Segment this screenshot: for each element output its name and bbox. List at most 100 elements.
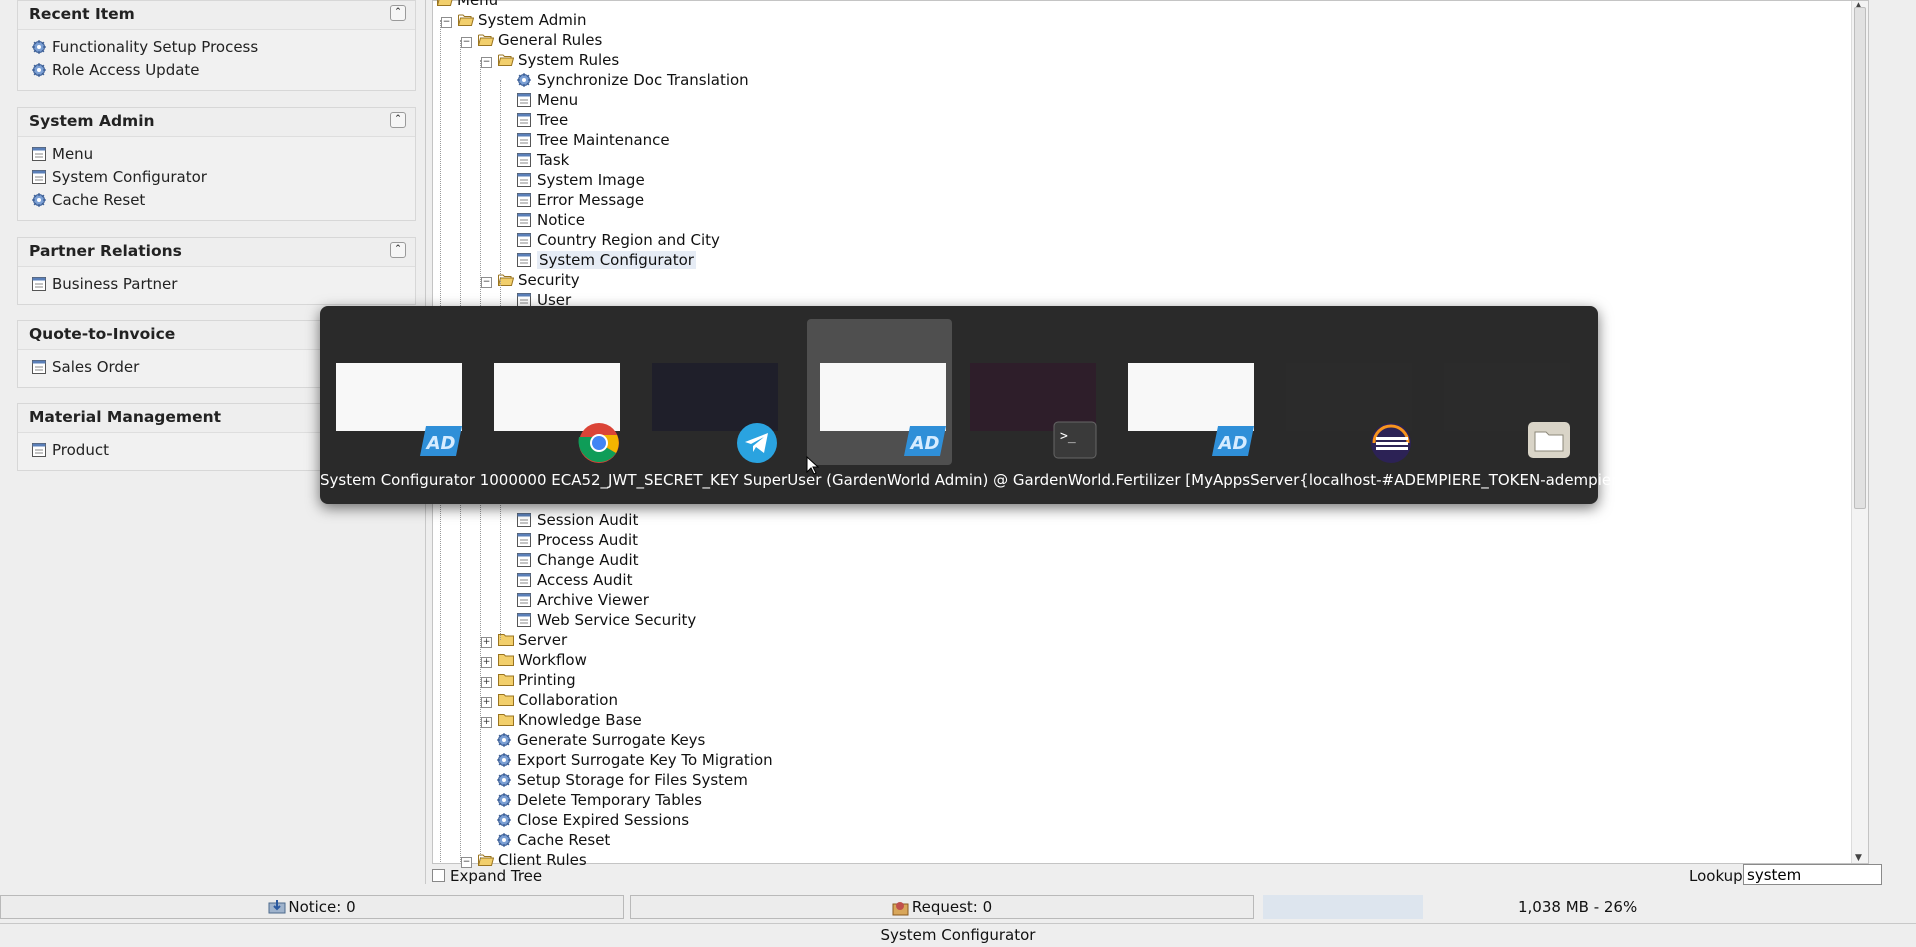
tree-node-task[interactable]: Task <box>517 150 569 170</box>
expand-node-icon[interactable]: + <box>481 657 492 668</box>
tree-node-label: Printing <box>518 671 576 689</box>
tree-node-cache-reset[interactable]: Cache Reset <box>497 830 610 850</box>
tree-node-label: Web Service Security <box>537 611 697 629</box>
tree-node-printing[interactable]: + Printing <box>481 670 576 690</box>
collapse-node-icon[interactable]: − <box>461 37 472 48</box>
expand-node-icon[interactable]: + <box>481 697 492 708</box>
tree-node-synchronize-doc-translation[interactable]: Synchronize Doc Translation <box>517 70 749 90</box>
switcher-window-idempiere[interactable]: AD <box>1115 319 1260 465</box>
tree-scrollbar[interactable]: ▲ ▼ <box>1851 1 1868 863</box>
svg-text:AD: AD <box>909 433 940 454</box>
lookup-label: Lookup <box>1689 867 1743 885</box>
tree-node-label: System Rules <box>518 51 620 69</box>
memory-bar <box>1263 895 1423 919</box>
scroll-down-icon[interactable]: ▼ <box>1855 853 1862 863</box>
sidebar-item-label: Sales Order <box>52 358 140 376</box>
switcher-window-files[interactable] <box>1431 319 1576 465</box>
tree-node-country-region-and-city[interactable]: Country Region and City <box>517 230 720 250</box>
switcher-window-chrome[interactable] <box>481 319 626 465</box>
tree-node-label: Access Audit <box>537 571 633 589</box>
lookup-input[interactable] <box>1743 864 1882 885</box>
collapse-node-icon[interactable]: − <box>441 17 452 28</box>
tree-node-label: Menu <box>537 91 579 109</box>
window-icon <box>517 593 531 607</box>
panel-header[interactable]: Recent Item ⌃ <box>18 1 415 30</box>
tree-node-label: Tree Maintenance <box>537 131 670 149</box>
panel-title: Recent Item <box>29 5 135 23</box>
panel-header[interactable]: System Admin ⌃ <box>18 108 415 137</box>
collapse-icon[interactable]: ⌃ <box>390 242 406 258</box>
process-gear-icon <box>497 793 511 807</box>
tree-node-collaboration[interactable]: + Collaboration <box>481 690 618 710</box>
switcher-window-idempiere[interactable]: AD <box>323 319 468 465</box>
collapse-node-icon[interactable]: − <box>481 277 492 288</box>
tree-node-session-audit[interactable]: Session Audit <box>517 510 638 530</box>
tree-node-label: Change Audit <box>537 551 639 569</box>
tree-node-change-audit[interactable]: Change Audit <box>517 550 639 570</box>
tree-node-tree-maintenance[interactable]: Tree Maintenance <box>517 130 670 150</box>
panel-header[interactable]: Partner Relations ⌃ <box>18 238 415 267</box>
process-gear-icon <box>517 73 531 87</box>
tree-node-process-audit[interactable]: Process Audit <box>517 530 638 550</box>
tree-node-archive-viewer[interactable]: Archive Viewer <box>517 590 649 610</box>
tree-node-system-admin[interactable]: − System Admin <box>441 10 587 30</box>
tree-node-label: Setup Storage for Files System <box>517 771 748 789</box>
tree-node-system-rules[interactable]: − System Rules <box>481 50 619 70</box>
sidebar-item-cache-reset[interactable]: Cache Reset <box>18 189 415 212</box>
tree-node-security[interactable]: − Security <box>481 270 580 290</box>
switcher-window-telegram[interactable] <box>639 319 784 465</box>
sidebar-item-role-access-update[interactable]: Role Access Update <box>18 59 415 82</box>
tree-node-system-configurator[interactable]: System Configurator <box>517 250 696 270</box>
tree-node-general-rules[interactable]: − General Rules <box>461 30 602 50</box>
tree-node-access-audit[interactable]: Access Audit <box>517 570 632 590</box>
sidebar-item-functionality-setup-process[interactable]: Functionality Setup Process <box>18 36 415 59</box>
window-title: System Configurator <box>880 926 1036 944</box>
expand-node-icon[interactable]: + <box>481 677 492 688</box>
window-icon <box>517 293 531 307</box>
scroll-thumb[interactable] <box>1854 7 1866 509</box>
notice-label: Notice: 0 <box>288 898 356 916</box>
tree-node-web-service-security[interactable]: Web Service Security <box>517 610 696 630</box>
tree-node-close-expired-sessions[interactable]: Close Expired Sessions <box>497 810 689 830</box>
collapse-node-icon[interactable]: − <box>481 57 492 68</box>
sidebar-item-system-configurator[interactable]: System Configurator <box>18 166 415 189</box>
folder-icon <box>498 653 514 667</box>
tree-node-setup-storage-for-files-system[interactable]: Setup Storage for Files System <box>497 770 748 790</box>
tree-node-knowledge-base[interactable]: + Knowledge Base <box>481 710 642 730</box>
tree-node-export-surrogate-key-to-migration[interactable]: Export Surrogate Key To Migration <box>497 750 773 770</box>
sidebar-item-label: Role Access Update <box>52 61 200 79</box>
tree-node-notice[interactable]: Notice <box>517 210 585 230</box>
sidebar-item-label: Business Partner <box>52 275 178 293</box>
mouse-cursor-icon <box>806 456 820 475</box>
switcher-window-eclipse[interactable] <box>1273 319 1418 465</box>
switcher-window-terminal[interactable]: >_ <box>957 319 1102 465</box>
folder-icon <box>498 713 514 727</box>
switcher-window-idempiere[interactable]: AD <box>807 319 952 465</box>
tree-node-delete-temporary-tables[interactable]: Delete Temporary Tables <box>497 790 702 810</box>
collapse-icon[interactable]: ⌃ <box>390 112 406 128</box>
tree-node-menu[interactable]: Menu <box>517 90 578 110</box>
collapse-icon[interactable]: ⌃ <box>390 5 406 21</box>
expand-node-icon[interactable]: + <box>481 717 492 728</box>
notice-button[interactable]: Notice: 0 <box>0 895 624 919</box>
expand-node-icon[interactable]: + <box>481 637 492 648</box>
sidebar-item-business-partner[interactable]: Business Partner <box>18 273 415 296</box>
tree-node-workflow[interactable]: + Workflow <box>481 650 587 670</box>
sidebar-item-menu[interactable]: Menu <box>18 143 415 166</box>
process-gear-icon <box>32 193 46 207</box>
request-button[interactable]: Request: 0 <box>630 895 1254 919</box>
tree-node-generate-surrogate-keys[interactable]: Generate Surrogate Keys <box>497 730 705 750</box>
window-icon <box>32 443 46 457</box>
tree-node-tree[interactable]: Tree <box>517 110 568 130</box>
expand-tree-checkbox[interactable]: Expand Tree <box>432 864 542 888</box>
tree-node-error-message[interactable]: Error Message <box>517 190 644 210</box>
tree-node-server[interactable]: + Server <box>481 630 567 650</box>
sidebar-item-label: System Configurator <box>52 168 207 186</box>
tree-node-menu[interactable]: Menu <box>437 0 498 10</box>
tree-node-system-image[interactable]: System Image <box>517 170 645 190</box>
status-bar: Notice: 0 Request: 0 1,038 MB - 26% <box>0 895 1916 921</box>
process-gear-icon <box>32 40 46 54</box>
chrome-icon <box>576 420 622 463</box>
checkbox-box[interactable] <box>432 869 445 882</box>
folder-icon <box>498 673 514 687</box>
